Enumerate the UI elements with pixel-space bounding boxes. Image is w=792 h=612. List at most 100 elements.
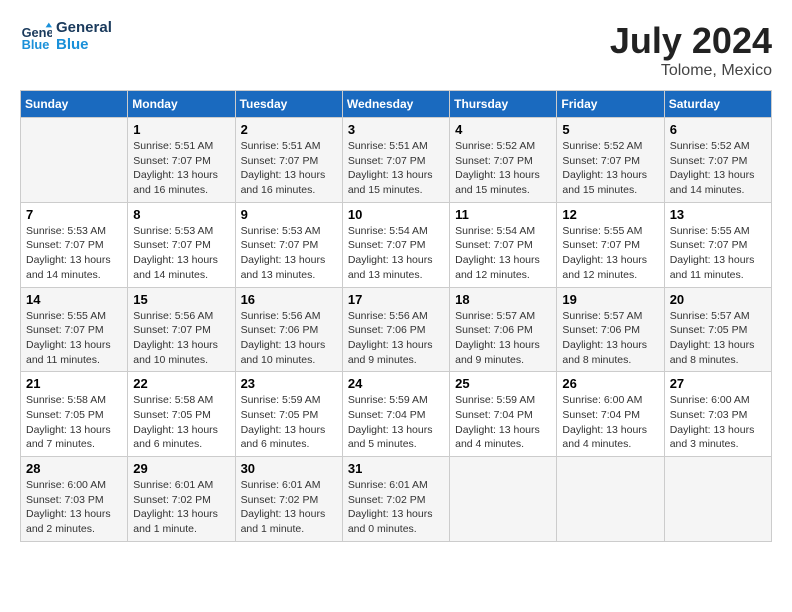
- day-number: 17: [348, 292, 444, 307]
- sunrise: Sunrise: 5:57 AM: [455, 309, 551, 324]
- sunset: Sunset: 7:04 PM: [455, 408, 551, 423]
- day-cell: 3Sunrise: 5:51 AMSunset: 7:07 PMDaylight…: [342, 118, 449, 203]
- sunset: Sunset: 7:07 PM: [455, 154, 551, 169]
- sunrise: Sunrise: 5:57 AM: [670, 309, 766, 324]
- sunrise: Sunrise: 5:52 AM: [562, 139, 658, 154]
- day-cell: 5 Sunrise: 5:52 AMSunset: 7:07 PMDaylight…: [557, 118, 664, 203]
- day-info: Sunrise: 5:52 AMSunset: 7:07 PMDaylight:…: [670, 139, 766, 198]
- day-cell: 26Sunrise: 6:00 AMSunset: 7:04 PMDayligh…: [557, 372, 664, 457]
- sunrise: Sunrise: 5:55 AM: [562, 224, 658, 239]
- day-number: 27: [670, 376, 766, 391]
- sunrise: Sunrise: 5:51 AM: [133, 139, 229, 154]
- day-cell: 23Sunrise: 5:59 AMSunset: 7:05 PMDayligh…: [235, 372, 342, 457]
- sunset: Sunset: 7:02 PM: [133, 493, 229, 508]
- day-number: 24: [348, 376, 444, 391]
- sunrise: Sunrise: 5:53 AM: [241, 224, 337, 239]
- sunset: Sunset: 7:07 PM: [348, 238, 444, 253]
- day-cell: 28Sunrise: 6:00 AMSunset: 7:03 PMDayligh…: [21, 457, 128, 542]
- day-cell: 11Sunrise: 5:54 AMSunset: 7:07 PMDayligh…: [450, 202, 557, 287]
- day-info: Sunrise: 5:57 AMSunset: 7:06 PMDaylight:…: [562, 309, 658, 368]
- day-number: 30: [241, 461, 337, 476]
- day-info: Sunrise: 5:57 AMSunset: 7:06 PMDaylight:…: [455, 309, 551, 368]
- daylight: Daylight: 13 hours and 11 minutes.: [26, 338, 122, 367]
- day-info: Sunrise: 5:55 AMSunset: 7:07 PMDaylight:…: [562, 224, 658, 283]
- day-number: 21: [26, 376, 122, 391]
- day-cell: 25Sunrise: 5:59 AMSunset: 7:04 PMDayligh…: [450, 372, 557, 457]
- sunset: Sunset: 7:07 PM: [133, 238, 229, 253]
- day-cell: 6Sunrise: 5:52 AMSunset: 7:07 PMDaylight…: [664, 118, 771, 203]
- sunset: Sunset: 7:07 PM: [241, 154, 337, 169]
- daylight: Daylight: 13 hours and 16 minutes.: [133, 168, 229, 197]
- day-number: 5: [562, 122, 658, 137]
- day-info: Sunrise: 5:59 AMSunset: 7:05 PMDaylight:…: [241, 393, 337, 452]
- sunrise: Sunrise: 5:51 AM: [348, 139, 444, 154]
- sunset: Sunset: 7:07 PM: [562, 238, 658, 253]
- day-info: Sunrise: 5:54 AMSunset: 7:07 PMDaylight:…: [348, 224, 444, 283]
- sunset: Sunset: 7:06 PM: [562, 323, 658, 338]
- day-number: 7: [26, 207, 122, 222]
- day-info: Sunrise: 5:52 AMSunset: 7:07 PMDaylight:…: [562, 139, 658, 198]
- daylight: Daylight: 13 hours and 2 minutes.: [26, 507, 122, 536]
- day-number: 10: [348, 207, 444, 222]
- daylight: Daylight: 13 hours and 8 minutes.: [670, 338, 766, 367]
- sunset: Sunset: 7:02 PM: [241, 493, 337, 508]
- sunset: Sunset: 7:07 PM: [562, 154, 658, 169]
- day-cell: 22Sunrise: 5:58 AMSunset: 7:05 PMDayligh…: [128, 372, 235, 457]
- sunrise: Sunrise: 5:55 AM: [670, 224, 766, 239]
- sunrise: Sunrise: 5:54 AM: [455, 224, 551, 239]
- daylight: Daylight: 13 hours and 14 minutes.: [670, 168, 766, 197]
- day-cell: [664, 457, 771, 542]
- daylight: Daylight: 13 hours and 12 minutes.: [455, 253, 551, 282]
- sunrise: Sunrise: 6:00 AM: [26, 478, 122, 493]
- day-info: Sunrise: 5:53 AMSunset: 7:07 PMDaylight:…: [241, 224, 337, 283]
- day-number: 20: [670, 292, 766, 307]
- day-info: Sunrise: 5:55 AMSunset: 7:07 PMDaylight:…: [26, 309, 122, 368]
- sunrise: Sunrise: 5:55 AM: [26, 309, 122, 324]
- day-cell: 12Sunrise: 5:55 AMSunset: 7:07 PMDayligh…: [557, 202, 664, 287]
- logo-blue: Blue: [56, 37, 112, 54]
- day-cell: 16Sunrise: 5:56 AMSunset: 7:06 PMDayligh…: [235, 287, 342, 372]
- day-info: Sunrise: 5:59 AMSunset: 7:04 PMDaylight:…: [455, 393, 551, 452]
- day-cell: 30Sunrise: 6:01 AMSunset: 7:02 PMDayligh…: [235, 457, 342, 542]
- daylight: Daylight: 13 hours and 5 minutes.: [348, 423, 444, 452]
- header-row: Sunday Monday Tuesday Wednesday Thursday…: [21, 91, 772, 118]
- day-cell: 8Sunrise: 5:53 AMSunset: 7:07 PMDaylight…: [128, 202, 235, 287]
- daylight: Daylight: 13 hours and 1 minute.: [133, 507, 229, 536]
- day-cell: 10 Sunrise: 5:54 AMSunset: 7:07 PMDayligh…: [342, 202, 449, 287]
- day-cell: 9Sunrise: 5:53 AMSunset: 7:07 PMDaylight…: [235, 202, 342, 287]
- sunset: Sunset: 7:06 PM: [455, 323, 551, 338]
- sunset: Sunset: 7:07 PM: [26, 323, 122, 338]
- week-row-5: 28Sunrise: 6:00 AMSunset: 7:03 PMDayligh…: [21, 457, 772, 542]
- day-cell: 20Sunrise: 5:57 AMSunset: 7:05 PMDayligh…: [664, 287, 771, 372]
- sunrise: Sunrise: 5:58 AM: [26, 393, 122, 408]
- calendar-header: Sunday Monday Tuesday Wednesday Thursday…: [21, 91, 772, 118]
- day-cell: 21Sunrise: 5:58 AMSunset: 7:05 PMDayligh…: [21, 372, 128, 457]
- month-year: July 2024: [610, 20, 772, 62]
- day-cell: 17Sunrise: 5:56 AMSunset: 7:06 PMDayligh…: [342, 287, 449, 372]
- day-cell: 7Sunrise: 5:53 AMSunset: 7:07 PMDaylight…: [21, 202, 128, 287]
- sunrise: Sunrise: 5:54 AM: [348, 224, 444, 239]
- day-number: 1: [133, 122, 229, 137]
- week-row-3: 14Sunrise: 5:55 AMSunset: 7:07 PMDayligh…: [21, 287, 772, 372]
- day-number: 15: [133, 292, 229, 307]
- daylight: Daylight: 13 hours and 8 minutes.: [562, 338, 658, 367]
- day-info: Sunrise: 5:51 AMSunset: 7:07 PMDaylight:…: [133, 139, 229, 198]
- sunrise: Sunrise: 6:01 AM: [241, 478, 337, 493]
- sunrise: Sunrise: 5:58 AM: [133, 393, 229, 408]
- day-info: Sunrise: 5:54 AMSunset: 7:07 PMDaylight:…: [455, 224, 551, 283]
- sunrise: Sunrise: 6:00 AM: [562, 393, 658, 408]
- sunrise: Sunrise: 5:52 AM: [455, 139, 551, 154]
- col-friday: Friday: [557, 91, 664, 118]
- sunrise: Sunrise: 5:59 AM: [348, 393, 444, 408]
- sunrise: Sunrise: 6:01 AM: [348, 478, 444, 493]
- day-info: Sunrise: 5:53 AMSunset: 7:07 PMDaylight:…: [133, 224, 229, 283]
- sunset: Sunset: 7:03 PM: [670, 408, 766, 423]
- calendar-body: 1Sunrise: 5:51 AMSunset: 7:07 PMDaylight…: [21, 118, 772, 542]
- day-info: Sunrise: 6:01 AMSunset: 7:02 PMDaylight:…: [133, 478, 229, 537]
- day-number: 2: [241, 122, 337, 137]
- day-cell: 27Sunrise: 6:00 AMSunset: 7:03 PMDayligh…: [664, 372, 771, 457]
- day-number: 29: [133, 461, 229, 476]
- daylight: Daylight: 13 hours and 9 minutes.: [348, 338, 444, 367]
- sunset: Sunset: 7:07 PM: [133, 154, 229, 169]
- sunset: Sunset: 7:07 PM: [670, 238, 766, 253]
